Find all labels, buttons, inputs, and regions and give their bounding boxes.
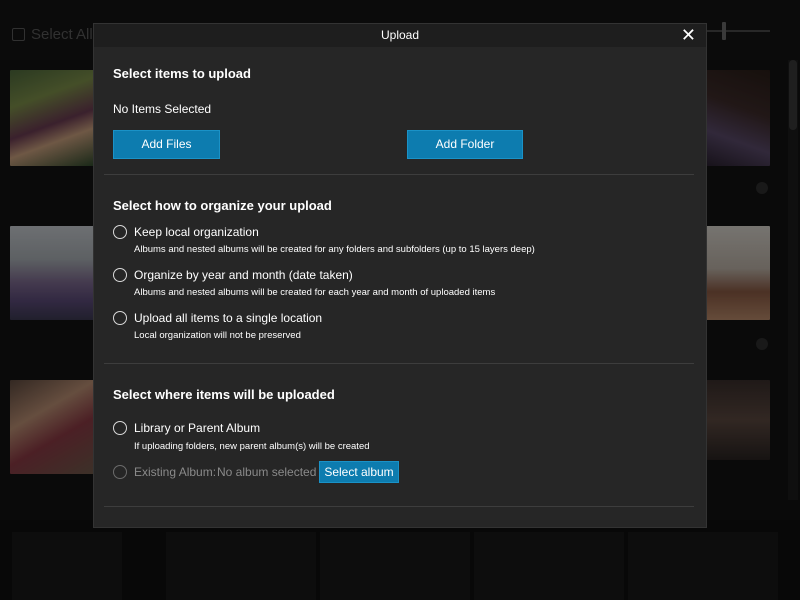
option-description: If uploading folders, new parent album(s… — [134, 441, 370, 452]
dialog-titlebar: Upload ✕ — [94, 24, 706, 47]
dialog-title: Upload — [380, 28, 420, 42]
section-title-items: Select items to upload — [113, 66, 251, 81]
upload-dialog: Upload ✕ Select items to upload No Items… — [93, 23, 707, 528]
section-divider — [104, 363, 694, 364]
option-description: Albums and nested albums will be created… — [134, 287, 496, 298]
add-folder-button[interactable]: Add Folder — [407, 130, 523, 159]
option-label-year-month[interactable]: Organize by year and month (date taken) — [134, 268, 353, 282]
option-label-library-parent[interactable]: Library or Parent Album — [134, 421, 260, 435]
section-divider — [104, 506, 694, 507]
section-title-organize: Select how to organize your upload — [113, 198, 332, 213]
select-album-button[interactable]: Select album — [319, 461, 399, 483]
radio-single-location[interactable] — [113, 311, 127, 325]
section-divider — [104, 174, 694, 175]
option-label-single-location[interactable]: Upload all items to a single location — [134, 311, 322, 325]
radio-library-parent[interactable] — [113, 421, 127, 435]
selection-status: No Items Selected — [113, 102, 212, 116]
add-files-button[interactable]: Add Files — [113, 130, 220, 159]
option-description: Local organization will not be preserved — [134, 330, 301, 341]
close-icon[interactable]: ✕ — [681, 26, 696, 44]
option-label-keep-local[interactable]: Keep local organization — [134, 225, 259, 239]
radio-existing-album[interactable] — [113, 465, 127, 479]
existing-album-value: No album selected — [217, 465, 317, 479]
radio-year-month[interactable] — [113, 268, 127, 282]
radio-keep-local[interactable] — [113, 225, 127, 239]
option-label-existing-album[interactable]: Existing Album: — [134, 465, 216, 479]
section-title-destination: Select where items will be uploaded — [113, 387, 335, 402]
option-description: Albums and nested albums will be created… — [134, 244, 535, 255]
